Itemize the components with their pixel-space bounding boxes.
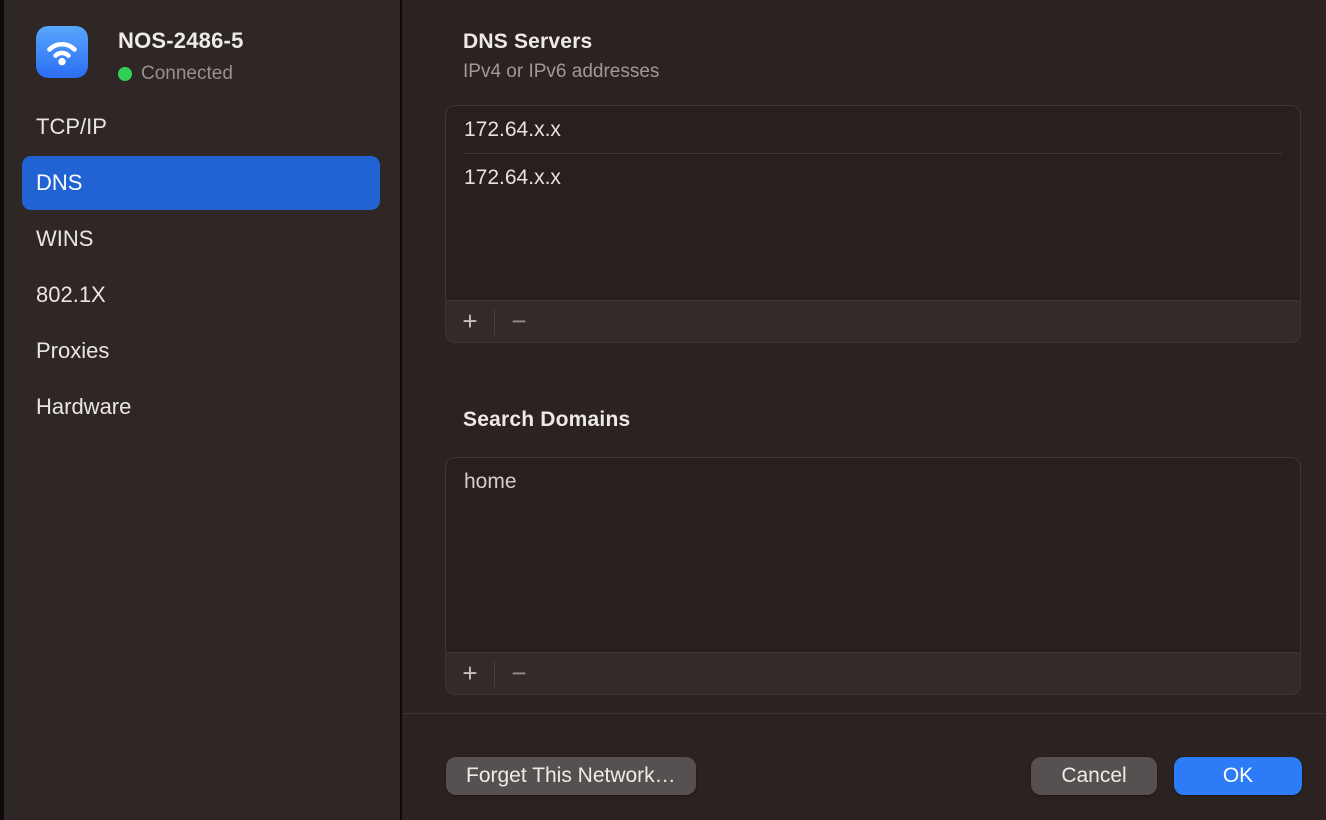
sidebar-item[interactable]: Hardware <box>22 380 380 434</box>
network-name: NOS-2486-5 <box>118 28 244 54</box>
connected-status-label: Connected <box>141 63 233 85</box>
sidebar-item-label: DNS <box>36 170 82 195</box>
sidebar: NOS-2486-5 Connected TCP/IP DNS WINS 802… <box>0 0 402 820</box>
wifi-icon <box>36 26 88 78</box>
add-dns-server-button[interactable]: + <box>446 301 494 343</box>
dns-servers-list: 172.64.x.x 172.64.x.x + − <box>445 105 1301 343</box>
sidebar-item[interactable]: DNS <box>22 156 380 210</box>
search-domains-rows: home <box>446 458 1300 506</box>
dns-server-value: 172.64.x.x <box>464 166 561 189</box>
ok-button[interactable]: OK <box>1174 757 1302 795</box>
dns-servers-rows: 172.64.x.x 172.64.x.x <box>446 106 1300 202</box>
search-domains-list: home + − <box>445 457 1301 695</box>
search-domain-row[interactable]: home <box>446 458 1300 506</box>
sidebar-item[interactable]: TCP/IP <box>22 100 380 154</box>
cancel-button[interactable]: Cancel <box>1031 757 1157 795</box>
forget-network-button[interactable]: Forget This Network… <box>446 757 696 795</box>
sidebar-item-label: Hardware <box>36 394 131 419</box>
search-domains-title: Search Domains <box>463 408 630 432</box>
network-header: NOS-2486-5 Connected <box>36 26 244 85</box>
dns-servers-title: DNS Servers <box>463 30 592 54</box>
sidebar-item-label: WINS <box>36 226 93 251</box>
remove-dns-server-button[interactable]: − <box>495 301 543 343</box>
network-status: Connected <box>118 63 244 85</box>
sidebar-item[interactable]: WINS <box>22 212 380 266</box>
window-edge <box>0 0 4 820</box>
dns-server-row[interactable]: 172.64.x.x <box>446 154 1300 202</box>
connected-status-dot-icon <box>118 67 132 81</box>
main-pane: DNS Servers IPv4 or IPv6 addresses 172.6… <box>402 0 1326 820</box>
dns-servers-subtitle: IPv4 or IPv6 addresses <box>463 61 659 83</box>
sidebar-item-label: TCP/IP <box>36 114 107 139</box>
sidebar-item[interactable]: Proxies <box>22 324 380 378</box>
sidebar-item-label: Proxies <box>36 338 109 363</box>
dns-servers-toolbar: + − <box>446 300 1300 342</box>
dns-server-value: 172.64.x.x <box>464 118 561 141</box>
sidebar-nav: TCP/IP DNS WINS 802.1X Proxies Hardware <box>22 100 380 434</box>
search-domains-toolbar: + − <box>446 652 1300 694</box>
search-domain-value: home <box>464 470 517 493</box>
network-meta: NOS-2486-5 Connected <box>118 26 244 85</box>
sidebar-item[interactable]: 802.1X <box>22 268 380 322</box>
dns-server-row[interactable]: 172.64.x.x <box>446 106 1300 154</box>
remove-search-domain-button[interactable]: − <box>495 653 543 695</box>
sidebar-item-label: 802.1X <box>36 282 106 307</box>
add-search-domain-button[interactable]: + <box>446 653 494 695</box>
footer-divider <box>402 713 1326 714</box>
